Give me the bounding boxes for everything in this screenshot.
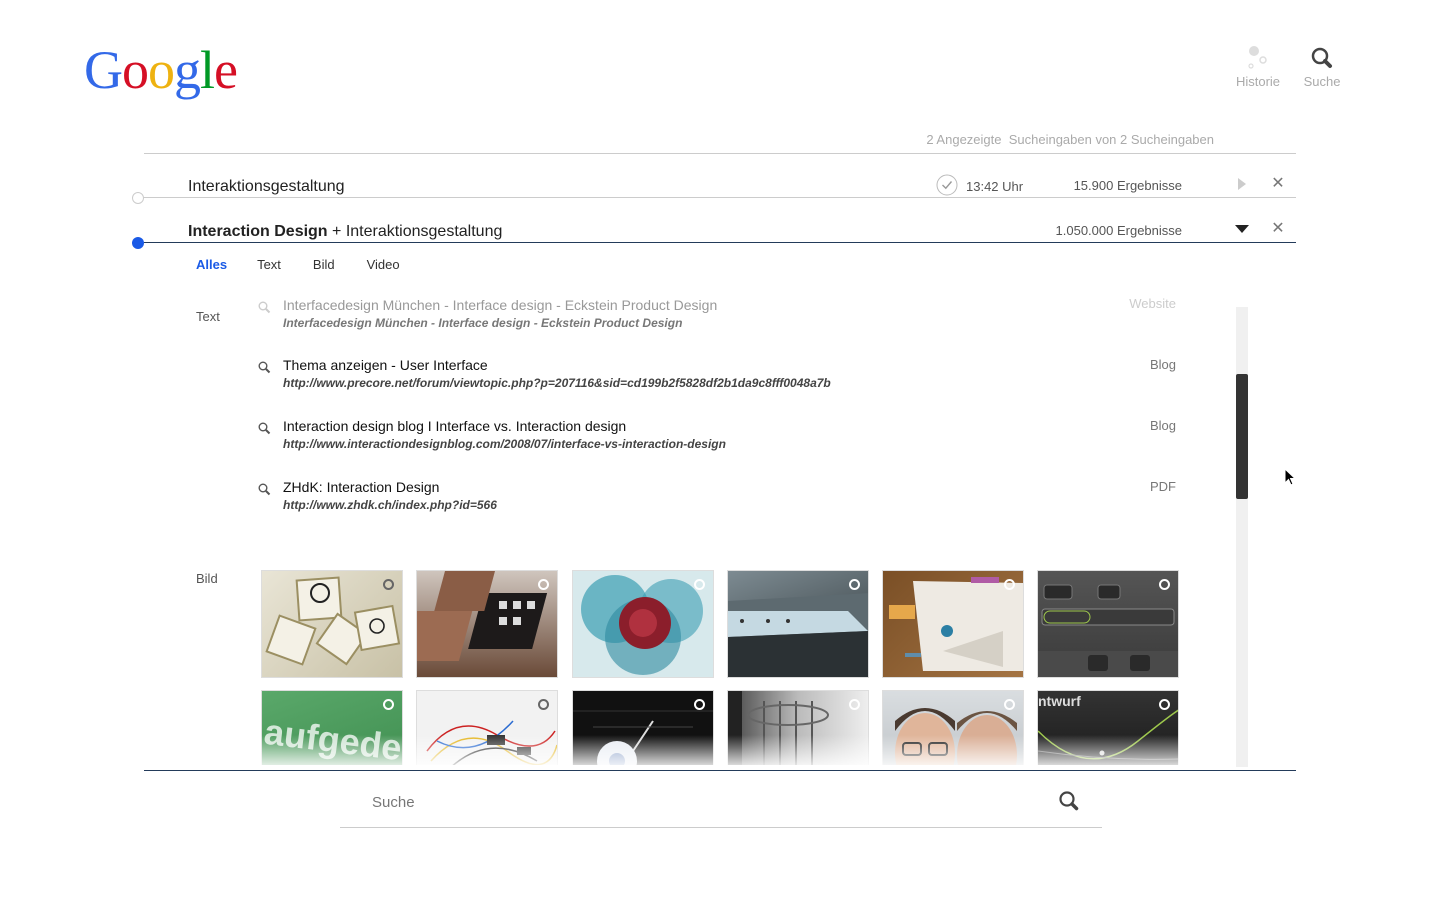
history-nav[interactable]: Historie xyxy=(1236,44,1280,89)
preview-icon[interactable] xyxy=(694,699,705,710)
logo-letter: o xyxy=(122,40,149,100)
section-label-text: Text xyxy=(196,309,220,324)
close-icon[interactable]: ✕ xyxy=(1270,221,1286,237)
preview-icon[interactable] xyxy=(849,699,860,710)
image-thumbnail[interactable] xyxy=(572,570,714,678)
preview-icon[interactable] xyxy=(538,579,549,590)
close-icon[interactable]: ✕ xyxy=(1270,176,1286,192)
timeline-dot[interactable] xyxy=(132,192,144,204)
query-time: 13:42 Uhr xyxy=(936,174,1023,199)
result-title[interactable]: Interfacedesign München - Interface desi… xyxy=(283,297,717,313)
result-title[interactable]: Thema anzeigen - User Interface xyxy=(283,357,488,373)
google-logo[interactable]: Google xyxy=(84,40,238,100)
result-url[interactable]: Interfacedesign München - Interface desi… xyxy=(283,316,682,330)
mouse-cursor-icon xyxy=(1284,467,1297,491)
image-grid-fade xyxy=(258,735,1184,771)
query-row-active[interactable]: Interaction Design + Interaktionsgestalt… xyxy=(132,199,1296,249)
preview-icon[interactable] xyxy=(1159,699,1170,710)
logo-letter: G xyxy=(84,40,123,100)
check-icon xyxy=(936,174,958,199)
result-url[interactable]: http://www.interactiondesignblog.com/200… xyxy=(283,437,726,451)
result-url[interactable]: http://www.zhdk.ch/index.php?id=566 xyxy=(283,498,497,512)
preview-icon[interactable] xyxy=(694,579,705,590)
logo-letter: o xyxy=(148,40,175,100)
tab-alles[interactable]: Alles xyxy=(196,257,227,272)
collapse-arrow-icon[interactable] xyxy=(1234,221,1250,237)
scrollbar-thumb[interactable] xyxy=(1236,374,1248,499)
image-thumbnail[interactable] xyxy=(727,570,869,678)
result-type: Blog xyxy=(1149,418,1176,433)
preview-icon[interactable] xyxy=(1004,699,1015,710)
preview-icon[interactable] xyxy=(1159,579,1170,590)
preview-icon[interactable] xyxy=(383,579,394,590)
logo-letter: l xyxy=(200,40,215,100)
result-url[interactable]: http://www.precore.net/forum/viewtopic.p… xyxy=(283,376,831,390)
search-icon xyxy=(258,422,271,440)
logo-letter: g xyxy=(174,40,201,100)
tab-bild[interactable]: Bild xyxy=(313,257,335,272)
top-nav: Historie Suche xyxy=(1236,44,1344,89)
image-thumbnail[interactable] xyxy=(261,570,403,678)
result-title[interactable]: Interaction design blog I Interface vs. … xyxy=(283,418,626,434)
filter-tabs: Alles Text Bild Video xyxy=(196,257,432,272)
result-type: Blog xyxy=(1149,357,1176,372)
history-icon xyxy=(1246,44,1270,72)
image-thumbnail[interactable] xyxy=(1037,570,1179,678)
search-nav[interactable]: Suche xyxy=(1300,44,1344,89)
tab-text[interactable]: Text xyxy=(257,257,281,272)
search-input[interactable] xyxy=(372,790,1032,814)
query-text-rest: + Interaktionsgestaltung xyxy=(327,223,503,240)
query-text[interactable]: Interaktionsgestaltung xyxy=(188,178,345,196)
preview-icon[interactable] xyxy=(1004,579,1015,590)
result-count: 15.900 Ergebnisse xyxy=(1073,178,1182,193)
divider xyxy=(144,770,1296,771)
preview-icon[interactable] xyxy=(383,699,394,710)
result-type: PDF xyxy=(1150,479,1176,494)
expand-arrow-icon[interactable] xyxy=(1234,176,1250,192)
search-icon xyxy=(258,483,271,501)
logo-letter: e xyxy=(214,40,238,100)
search-label: Suche xyxy=(1303,74,1341,89)
preview-icon[interactable] xyxy=(849,579,860,590)
query-time-label: 13:42 Uhr xyxy=(966,179,1024,194)
search-box xyxy=(340,780,1102,828)
image-thumbnail[interactable] xyxy=(416,570,558,678)
tab-video[interactable]: Video xyxy=(367,257,400,272)
query-row[interactable]: Interaktionsgestaltung 13:42 Uhr 15.900 … xyxy=(132,154,1296,204)
search-summary: 2 Angezeigte Sucheingaben von 2 Sucheing… xyxy=(144,132,1296,154)
result-title[interactable]: ZHdK: Interaction Design xyxy=(283,479,439,495)
section-label-image: Bild xyxy=(196,571,218,586)
image-thumbnail[interactable] xyxy=(882,570,1024,678)
search-button-icon[interactable] xyxy=(1058,790,1080,817)
preview-icon[interactable] xyxy=(538,699,549,710)
history-label: Historie xyxy=(1235,74,1281,89)
query-text[interactable]: Interaction Design + Interaktionsgestalt… xyxy=(188,223,502,241)
result-type: Website xyxy=(1129,296,1176,311)
timeline-dot-active[interactable] xyxy=(132,237,144,249)
search-icon xyxy=(258,301,271,319)
search-icon xyxy=(258,361,271,379)
query-text-bold: Interaction Design xyxy=(188,223,328,240)
result-count: 1.050.000 Ergebnisse xyxy=(1055,223,1182,238)
search-icon xyxy=(1310,44,1334,72)
